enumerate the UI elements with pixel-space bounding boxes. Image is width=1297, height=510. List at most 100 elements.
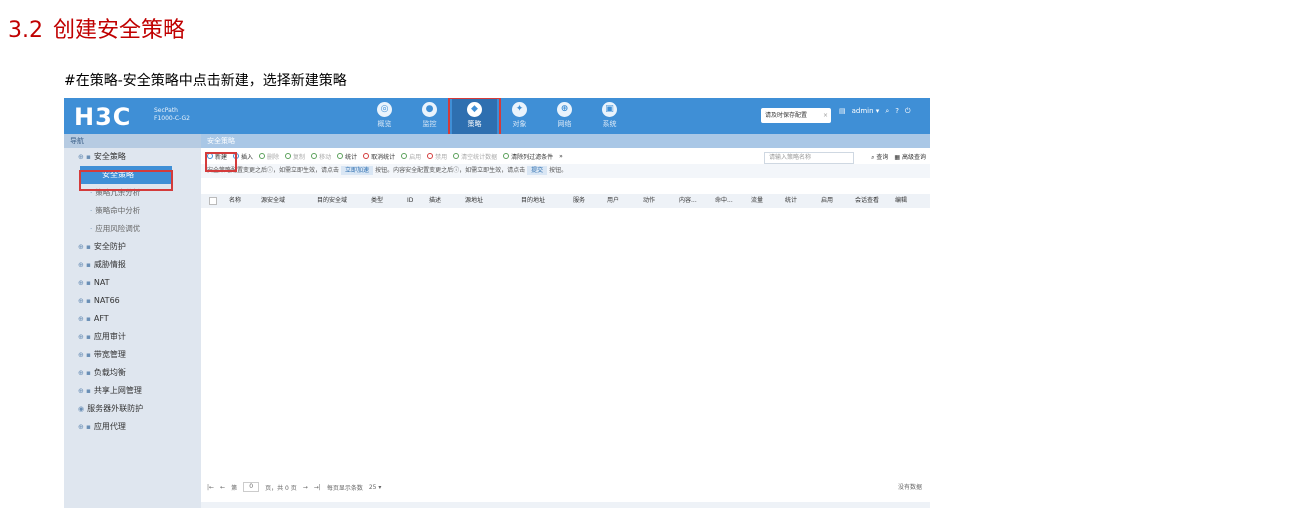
sidebar-item-5[interactable]: ⊕ ▪ 安全防护: [64, 238, 201, 256]
sidebar-item-13[interactable]: ⊕ ▪ 共享上网管理: [64, 382, 201, 400]
per-page-value: 25: [368, 483, 377, 491]
sidebar-item-0[interactable]: ⊕ ▪ 安全策略: [64, 148, 201, 166]
sidebar-item-6[interactable]: ⊕ ▪ 威胁情报: [64, 256, 201, 274]
column-header[interactable]: 服务: [573, 194, 585, 208]
query-button[interactable]: ⌕ 查询: [871, 152, 888, 164]
toolbar-label: 启用: [409, 153, 422, 161]
notice-part-5: 按钮。: [549, 167, 568, 174]
column-header[interactable]: 目的安全域: [317, 194, 347, 208]
expand-icon: ⊕ ▪: [78, 153, 91, 161]
sidebar-item-3[interactable]: · 策略命中分析: [64, 202, 201, 220]
accelerate-button[interactable]: 立即加速: [341, 166, 374, 175]
search-icon[interactable]: ⌕: [885, 107, 889, 116]
toolbar-button-6[interactable]: 取消统计: [363, 152, 395, 161]
toolbar-button-4[interactable]: 移动: [311, 152, 331, 161]
column-header[interactable]: 源地址: [465, 194, 483, 208]
column-header[interactable]: 启用: [821, 194, 833, 208]
horizontal-scrollbar[interactable]: [201, 502, 930, 508]
nav-label: 网络: [557, 120, 572, 128]
heading-text: 创建安全策略: [53, 18, 186, 43]
toolbar-label: 清除列过滤条件: [511, 153, 554, 161]
user-menu[interactable]: admin ▾: [852, 107, 880, 116]
toolbar-button-11[interactable]: »: [559, 153, 563, 160]
toolbar-button-2[interactable]: 删除: [259, 152, 279, 161]
page-label: 第: [231, 484, 238, 492]
sidebar-header: 导航: [64, 134, 201, 148]
column-header[interactable]: 用户: [607, 194, 619, 208]
column-header[interactable]: 源安全域: [261, 194, 285, 208]
save-icon[interactable]: ▤: [839, 107, 846, 116]
sidebar-item-4[interactable]: · 应用风险调优: [64, 220, 201, 238]
first-page-icon[interactable]: |←: [207, 484, 214, 491]
column-header[interactable]: 名称: [229, 194, 241, 208]
user-name: admin: [851, 107, 874, 115]
sidebar-item-12[interactable]: ⊕ ▪ 负载均衡: [64, 364, 201, 382]
toolbar-button-3[interactable]: 复制: [285, 152, 305, 161]
sidebar-item-11[interactable]: ⊕ ▪ 带宽管理: [64, 346, 201, 364]
toolbar-icon: [285, 153, 292, 159]
save-config-chip[interactable]: 请及时保存配置 ×: [761, 108, 831, 123]
toolbar-label: 移动: [319, 153, 332, 161]
nav-item-4[interactable]: ⊕ 网络: [542, 98, 587, 134]
logout-icon[interactable]: ⏻: [905, 107, 911, 116]
column-header[interactable]: 类型: [371, 194, 383, 208]
last-page-icon[interactable]: →|: [314, 484, 321, 491]
next-page-icon[interactable]: →: [303, 484, 308, 491]
toolbar-icon: [401, 153, 408, 159]
toolbar-button-5[interactable]: 统计: [337, 152, 357, 161]
sidebar-item-label: 共享上网管理: [93, 386, 142, 395]
select-all-checkbox[interactable]: [209, 197, 217, 205]
product-name: SecPath F1000-C-G2: [154, 107, 190, 123]
prev-page-icon[interactable]: ←: [220, 484, 225, 491]
close-icon[interactable]: ×: [823, 108, 828, 123]
network-globe-icon: ⊕: [557, 102, 572, 117]
column-header[interactable]: 内容...: [679, 194, 697, 208]
help-icon[interactable]: ?: [895, 107, 899, 116]
sidebar-item-9[interactable]: ⊕ ▪ AFT: [64, 310, 201, 328]
notice-part-3: 按钮。内容安全配置变更之后: [375, 167, 454, 174]
sidebar-item-7[interactable]: ⊕ ▪ NAT: [64, 274, 201, 292]
nav-item-5[interactable]: ▣ 系统: [587, 98, 632, 134]
expand-icon: ⊕ ▪: [78, 315, 91, 323]
toolbar-button-7[interactable]: 启用: [401, 152, 421, 161]
column-header[interactable]: 命中...: [715, 194, 733, 208]
nav-label: 监控: [422, 120, 437, 128]
search-input[interactable]: 请输入策略名称: [764, 152, 854, 164]
toolbar-button-10[interactable]: 清除列过滤条件: [503, 152, 553, 161]
nav-item-3[interactable]: ✦ 对象: [497, 98, 542, 134]
bullet-icon: ◉: [78, 405, 85, 413]
bullet-icon: ·: [90, 207, 93, 215]
top-bar: H3C SecPath F1000-C-G2 ◎ 概览 ● 监控 ◆ 策略 ✦ 对象 ⊕ 网络 ▣ 系…: [64, 98, 930, 147]
advanced-query-button[interactable]: ▦ 高级查询: [894, 152, 926, 164]
toolbar-label: 复制: [293, 153, 306, 161]
toolbar-label: 插入: [241, 153, 254, 161]
column-header[interactable]: 目的地址: [521, 194, 545, 208]
column-header[interactable]: 描述: [429, 194, 441, 208]
sidebar-item-10[interactable]: ⊕ ▪ 应用审计: [64, 328, 201, 346]
query-label: 查询: [876, 154, 889, 161]
toolbar-icon: [427, 153, 434, 159]
column-header[interactable]: 流量: [751, 194, 763, 208]
heading-number: 3.2: [8, 18, 43, 43]
toolbar-label: 取消统计: [371, 153, 396, 161]
sidebar-item-label: NAT: [93, 278, 110, 287]
column-header[interactable]: 编辑: [895, 194, 907, 208]
nav-item-0[interactable]: ◎ 概览: [362, 98, 407, 134]
sidebar-item-15[interactable]: ⊕ ▪ 应用代理: [64, 418, 201, 436]
page-input[interactable]: 0: [243, 482, 260, 492]
dashboard-icon: ◎: [377, 102, 392, 117]
sidebar-item-14[interactable]: ◉ 服务器外联防护: [64, 400, 201, 418]
column-header[interactable]: 动作: [643, 194, 655, 208]
column-header[interactable]: ID: [407, 194, 413, 208]
nav-item-1[interactable]: ● 监控: [407, 98, 452, 134]
toolbar-button-9[interactable]: 清空统计数据: [453, 152, 497, 161]
submit-button[interactable]: 提交: [527, 166, 548, 175]
per-page-select[interactable]: 25 ▾: [369, 484, 382, 491]
sidebar-item-label: 带宽管理: [93, 350, 126, 359]
column-header[interactable]: 统计: [785, 194, 797, 208]
column-header[interactable]: 会话查看: [855, 194, 879, 208]
sidebar-item-8[interactable]: ⊕ ▪ NAT66: [64, 292, 201, 310]
toolbar-button-8[interactable]: 禁用: [427, 152, 447, 161]
highlight-new-button: [205, 152, 237, 172]
toolbar-icon: [259, 153, 266, 159]
